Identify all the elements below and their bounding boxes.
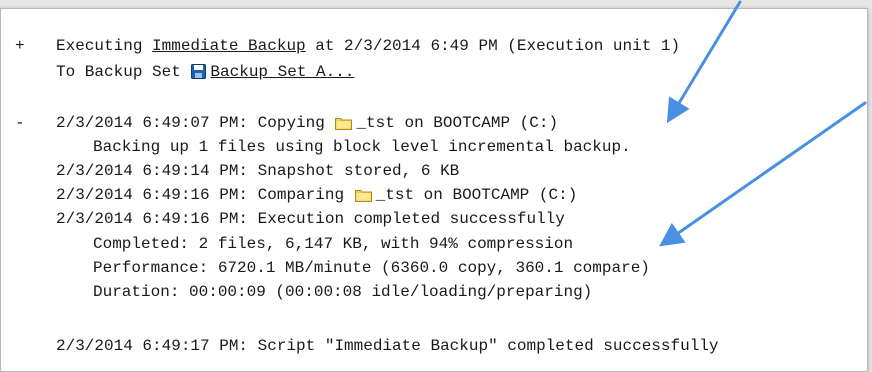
duration-line: Duration: 00:00:09 (00:00:08 idle/loadin… xyxy=(93,283,593,301)
backup-set-link[interactable]: Backup Set A... xyxy=(210,63,354,81)
copy-line: 2/3/2014 6:49:07 PM: Copying _tst on BOO… xyxy=(56,113,558,136)
floppy-disk-icon xyxy=(191,64,207,85)
execution-log-panel: + Executing Immediate Backup at 2/3/2014… xyxy=(0,8,868,372)
compare-prefix: 2/3/2014 6:49:16 PM: Comparing xyxy=(56,186,354,204)
folder-icon xyxy=(354,188,372,208)
immediate-backup-link[interactable]: Immediate Backup xyxy=(152,37,306,55)
execution-completed-line: 2/3/2014 6:49:16 PM: Execution completed… xyxy=(56,210,565,228)
completed-stats-line: Completed: 2 files, 6,147 KB, with 94% c… xyxy=(93,235,574,253)
collapse-toggle[interactable]: - xyxy=(15,113,25,133)
execution-prefix: Executing xyxy=(56,37,153,55)
copy-prefix: 2/3/2014 6:49:07 PM: Copying xyxy=(56,114,335,132)
snapshot-line: 2/3/2014 6:49:14 PM: Snapshot stored, 6 … xyxy=(56,162,460,180)
folder-icon xyxy=(335,116,353,136)
backup-set-prefix: To Backup Set xyxy=(56,63,191,81)
script-completed-line: 2/3/2014 6:49:17 PM: Script "Immediate B… xyxy=(56,337,719,355)
backing-up-line: Backing up 1 files using block level inc… xyxy=(93,138,631,156)
execution-header-line: Executing Immediate Backup at 2/3/2014 6… xyxy=(56,36,680,56)
compare-line: 2/3/2014 6:49:16 PM: Comparing _tst on B… xyxy=(56,185,577,208)
expand-toggle[interactable]: + xyxy=(15,36,25,56)
backup-set-line: To Backup Set Backup Set A... xyxy=(56,62,354,85)
copy-suffix: _tst on BOOTCAMP (C:) xyxy=(356,114,559,132)
performance-line: Performance: 6720.1 MB/minute (6360.0 co… xyxy=(93,259,650,277)
compare-suffix: _tst on BOOTCAMP (C:) xyxy=(375,186,578,204)
execution-suffix: at 2/3/2014 6:49 PM (Execution unit 1) xyxy=(305,37,681,55)
